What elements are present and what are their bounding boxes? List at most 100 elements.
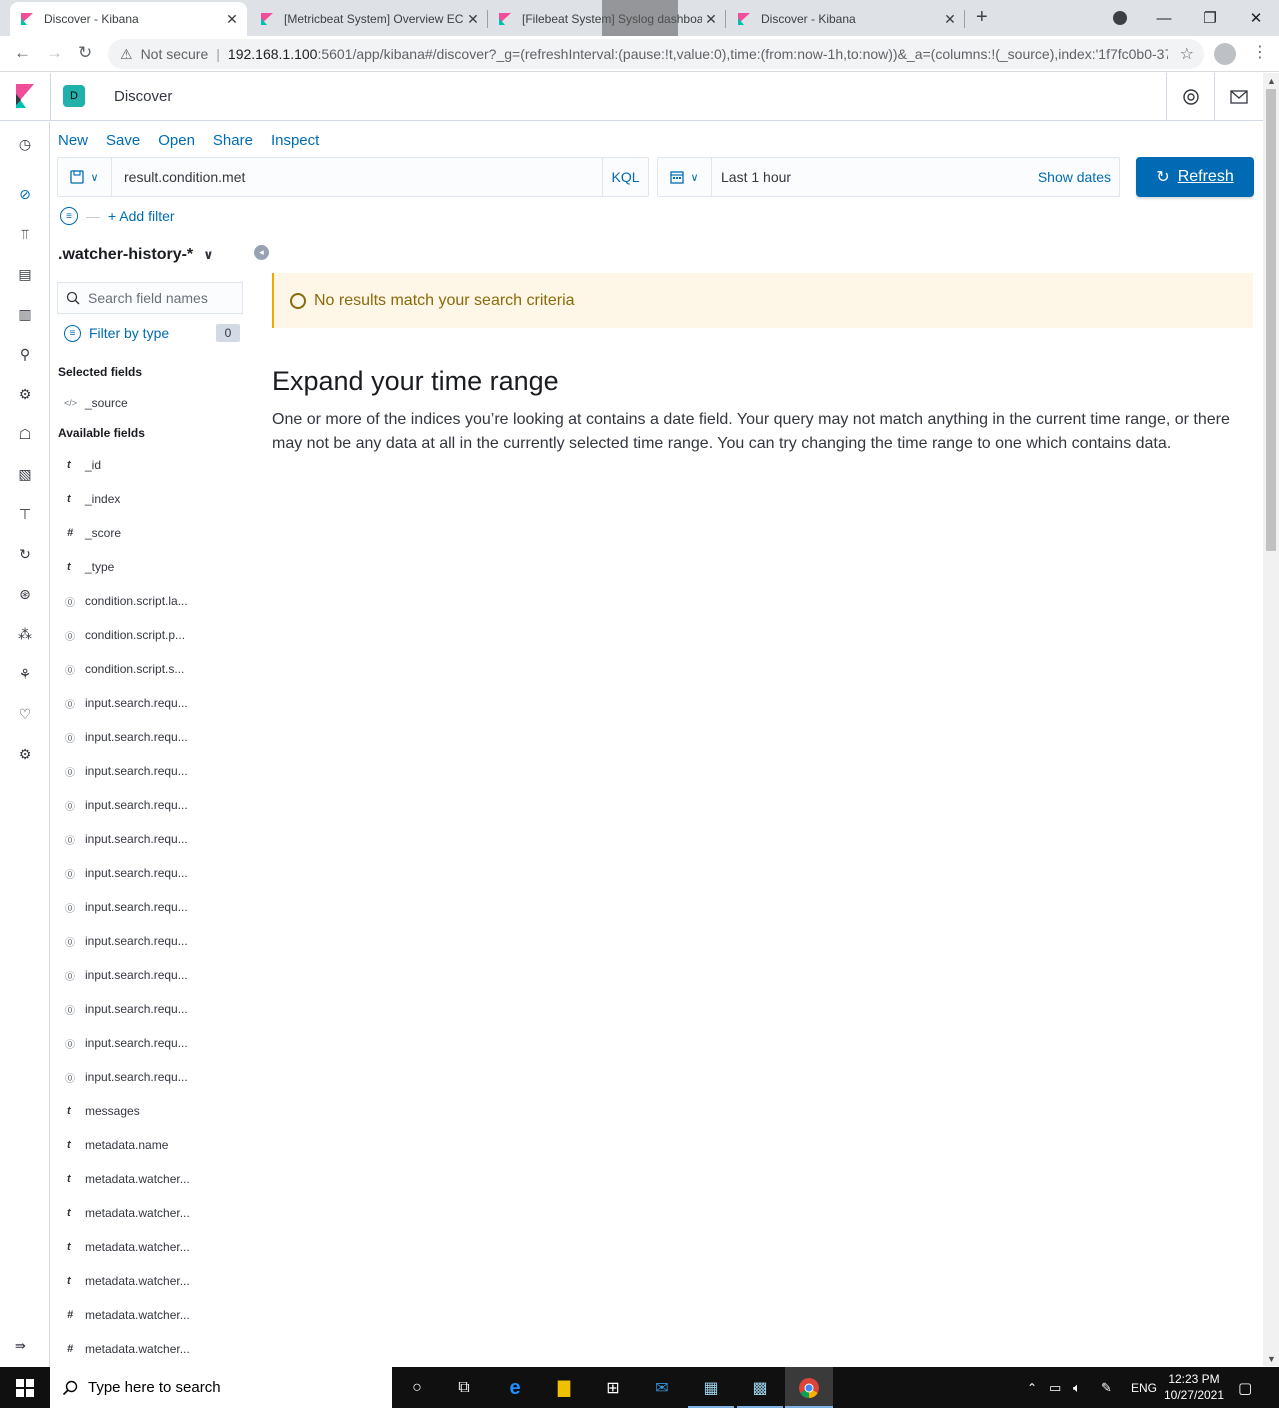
- field-list-item[interactable]: ⓪ input.search.requ...: [64, 931, 188, 951]
- newsfeed-mail-icon[interactable]: [1214, 73, 1262, 121]
- browser-tab-discover-2[interactable]: Discover - Kibana ✕: [727, 2, 965, 36]
- scroll-down-icon[interactable]: ▼: [1267, 1354, 1276, 1364]
- index-pattern-selector[interactable]: .watcher-history-* ∨: [58, 246, 214, 264]
- browser-menu-icon[interactable]: ⋮: [1252, 42, 1268, 62]
- machine-learning-icon[interactable]: ⚙: [15, 384, 35, 404]
- close-tab-icon[interactable]: ✕: [702, 11, 720, 28]
- canvas-icon[interactable]: ▥: [15, 304, 35, 324]
- save-button[interactable]: Save: [106, 132, 140, 149]
- maps-icon[interactable]: ⚲: [15, 344, 35, 364]
- page-scrollbar[interactable]: ▲ ▼: [1263, 73, 1279, 1366]
- start-button[interactable]: [0, 1367, 50, 1408]
- task-view-icon[interactable]: ⧉: [451, 1375, 477, 1401]
- browser-tab-metricbeat[interactable]: [Metricbeat System] Overview EC ✕: [250, 2, 488, 36]
- kql-toggle-button[interactable]: KQL: [602, 158, 648, 196]
- field-list-item[interactable]: ⓪ input.search.requ...: [64, 897, 188, 917]
- field-list-item[interactable]: # metadata.watcher...: [64, 1305, 190, 1325]
- browser-tab-discover[interactable]: Discover - Kibana ✕: [10, 2, 247, 36]
- field-list-item[interactable]: t metadata.watcher...: [64, 1271, 190, 1291]
- profile-avatar-icon[interactable]: [1214, 43, 1236, 65]
- close-tab-icon[interactable]: ✕: [223, 11, 241, 28]
- filter-options-icon[interactable]: ≡: [60, 207, 78, 225]
- field-list-item[interactable]: ⓪ input.search.requ...: [64, 1067, 188, 1087]
- field-list-item[interactable]: t _type: [64, 557, 114, 577]
- taskbar-search-input[interactable]: Type here to search: [50, 1367, 392, 1408]
- stack-monitoring-icon[interactable]: ♡: [15, 704, 35, 724]
- query-input[interactable]: result.condition.met: [124, 169, 245, 185]
- infrastructure-icon[interactable]: ☖: [15, 424, 35, 444]
- file-explorer-icon[interactable]: ▇: [551, 1375, 577, 1401]
- field-list-item[interactable]: ⓪ input.search.requ...: [64, 795, 188, 815]
- new-button[interactable]: New: [58, 132, 88, 149]
- refresh-button[interactable]: ↻ Refresh: [1136, 157, 1254, 197]
- field-list-item[interactable]: t metadata.watcher...: [64, 1203, 190, 1223]
- saved-query-button[interactable]: ∨: [58, 158, 112, 196]
- edge-browser-icon[interactable]: e: [502, 1375, 528, 1401]
- cortana-icon[interactable]: ○: [404, 1375, 430, 1401]
- field-list-item[interactable]: t _index: [64, 489, 120, 509]
- field-list-item[interactable]: ⓪ input.search.requ...: [64, 693, 188, 713]
- field-list-item[interactable]: t metadata.watcher...: [64, 1169, 190, 1189]
- apm-icon[interactable]: ⊤: [15, 504, 35, 524]
- back-icon[interactable]: ←: [14, 43, 31, 63]
- recently-viewed-clock-icon[interactable]: ◷: [15, 134, 35, 154]
- field-list-item[interactable]: </> _source: [64, 393, 128, 413]
- address-bar[interactable]: ⚠ Not secure | 192.168.1.100:5601/app/ki…: [108, 39, 1204, 69]
- share-button[interactable]: Share: [213, 132, 253, 149]
- url-text[interactable]: 192.168.1.100:5601/app/kibana#/discover?…: [228, 46, 1168, 62]
- collapse-sidebar-icon[interactable]: ◂: [254, 245, 269, 260]
- field-list-item[interactable]: ⓪ condition.script.s...: [64, 659, 184, 679]
- network-app-icon[interactable]: ▩: [747, 1375, 773, 1401]
- filter-by-type-button[interactable]: ≡ Filter by type 0: [64, 324, 240, 342]
- system-clock[interactable]: 12:23 PM 10/27/2021: [1160, 1371, 1228, 1403]
- discover-compass-icon[interactable]: ⊘: [15, 184, 35, 204]
- field-list-item[interactable]: t messages: [64, 1101, 140, 1121]
- kibana-logo-icon[interactable]: [14, 84, 36, 108]
- field-list-item[interactable]: ⓪ input.search.requ...: [64, 999, 188, 1019]
- dev-tools-icon[interactable]: ⚘: [15, 664, 35, 684]
- management-gear-icon[interactable]: ⚙: [15, 744, 35, 764]
- server-manager-icon[interactable]: ▦: [698, 1375, 724, 1401]
- close-tab-icon[interactable]: ✕: [941, 11, 959, 28]
- scrollbar-thumb[interactable]: [1266, 89, 1276, 551]
- scroll-up-icon[interactable]: ▲: [1267, 76, 1276, 86]
- show-dates-button[interactable]: Show dates: [1038, 169, 1111, 185]
- graph-icon[interactable]: ⁂: [15, 624, 35, 644]
- field-list-item[interactable]: t metadata.watcher...: [64, 1237, 190, 1257]
- space-avatar[interactable]: D: [63, 85, 85, 107]
- field-list-item[interactable]: # _score: [64, 523, 121, 543]
- field-list-item[interactable]: ⓪ input.search.requ...: [64, 965, 188, 985]
- show-hidden-icons[interactable]: ⌃: [1027, 1367, 1037, 1408]
- siem-icon[interactable]: ⊛: [15, 584, 35, 604]
- minimize-icon[interactable]: —: [1141, 0, 1187, 36]
- help-icon[interactable]: [1166, 73, 1214, 121]
- close-tab-icon[interactable]: ✕: [464, 11, 482, 28]
- volume-icon[interactable]: 🔈︎: [1073, 1367, 1081, 1408]
- chrome-icon[interactable]: [796, 1375, 822, 1401]
- restore-icon[interactable]: ❐: [1187, 0, 1233, 36]
- field-list-item[interactable]: ⓪ input.search.requ...: [64, 863, 188, 883]
- visualize-icon[interactable]: ⫪: [15, 224, 35, 244]
- notifications-icon[interactable]: ▢: [1238, 1367, 1252, 1408]
- language-indicator[interactable]: ENG: [1131, 1367, 1157, 1408]
- field-list-item[interactable]: ⓪ condition.script.la...: [64, 591, 188, 611]
- logs-icon[interactable]: ▧: [15, 464, 35, 484]
- tab-search-icon[interactable]: [1113, 11, 1127, 25]
- field-list-item[interactable]: # metadata.watcher...: [64, 1339, 190, 1359]
- mail-icon[interactable]: ✉: [649, 1375, 675, 1401]
- new-tab-icon[interactable]: +: [976, 6, 988, 29]
- close-window-icon[interactable]: ✕: [1233, 0, 1279, 36]
- inspect-button[interactable]: Inspect: [271, 132, 319, 149]
- network-icon[interactable]: ▭: [1049, 1367, 1061, 1408]
- warning-icon[interactable]: ⚠: [120, 46, 133, 63]
- field-list-item[interactable]: ⓪ input.search.requ...: [64, 829, 188, 849]
- field-list-item[interactable]: t _id: [64, 455, 101, 475]
- time-range-text[interactable]: Last 1 hour: [721, 169, 791, 185]
- field-list-item[interactable]: ⓪ condition.script.p...: [64, 625, 185, 645]
- expand-nav-icon[interactable]: ⇛: [15, 1338, 26, 1354]
- field-list-item[interactable]: t metadata.name: [64, 1135, 168, 1155]
- quick-select-button[interactable]: ∨: [658, 158, 712, 196]
- open-button[interactable]: Open: [158, 132, 195, 149]
- add-filter-button[interactable]: + Add filter: [108, 208, 175, 224]
- not-secure-label[interactable]: Not secure: [141, 46, 209, 62]
